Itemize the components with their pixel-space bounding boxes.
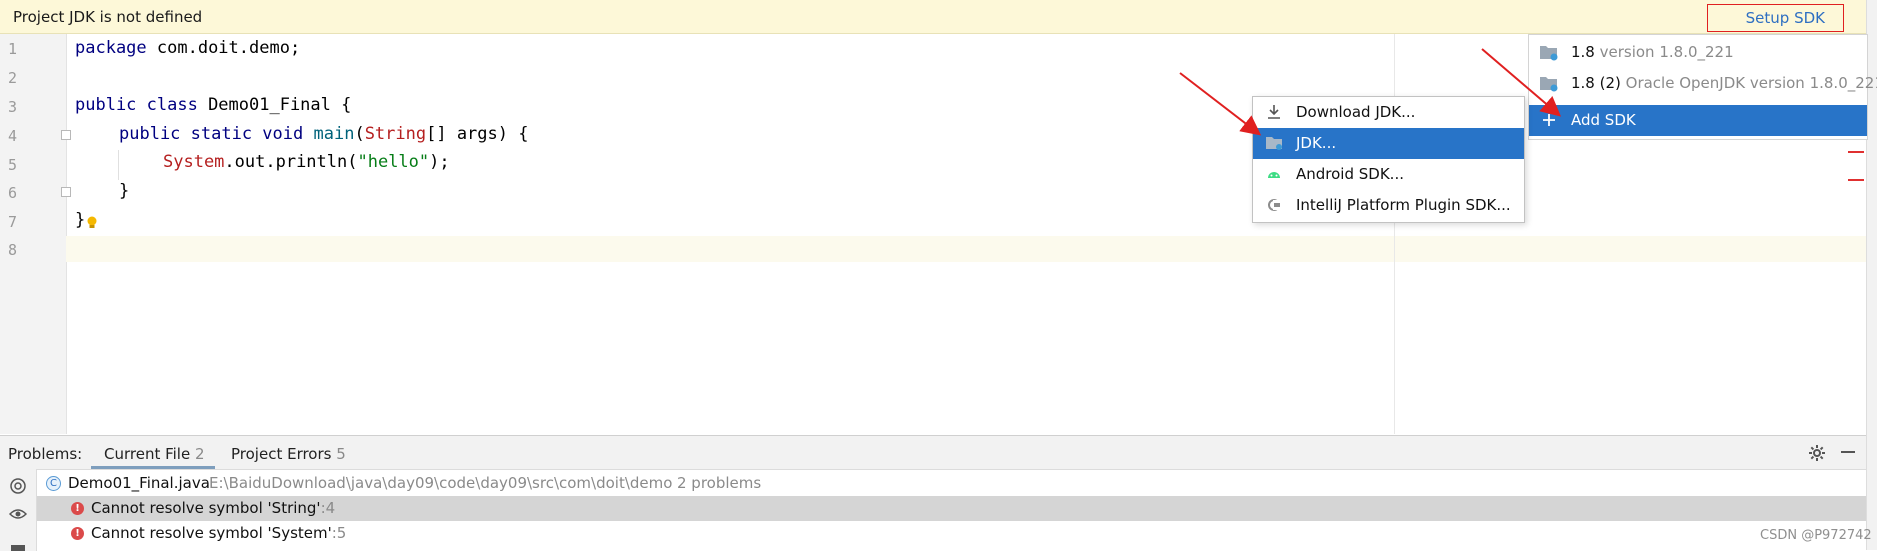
code-line-6[interactable]: } [119, 181, 129, 201]
sdk-item-1-8-2[interactable]: 1.8 (2) Oracle OpenJDK version 1.8.0_221 [1529, 68, 1877, 98]
plus-icon [1543, 114, 1555, 126]
code-text: Demo01_Final { [197, 95, 352, 115]
problems-header: Problems: Current File 2 Project Errors … [0, 436, 1866, 470]
code-text: ); [429, 152, 450, 172]
problem-file-path: E:\BaiduDownload\java\day09\code\day09\s… [209, 474, 673, 492]
sdk-name: 1.8 [1571, 43, 1595, 61]
sdk-version: version 1.8.0_221 [1594, 43, 1734, 61]
right-margin-guide [1394, 34, 1395, 434]
line-number: 6 [8, 184, 18, 202]
tab-current-file[interactable]: Current File 2 [104, 445, 205, 463]
indent-guide [118, 150, 119, 180]
line-number: 8 [8, 241, 18, 259]
filter-icon[interactable] [11, 545, 25, 551]
menu-item-intellij-plugin-sdk[interactable]: IntelliJ Platform Plugin SDK... [1253, 190, 1524, 221]
menu-item-download-jdk[interactable]: Download JDK... [1253, 97, 1524, 128]
eye-icon[interactable] [9, 505, 27, 523]
code-text: } [119, 181, 130, 201]
tab-project-errors[interactable]: Project Errors 5 [231, 445, 346, 463]
line-number: 1 [8, 40, 18, 58]
problem-row[interactable]: ! Cannot resolve symbol 'System':5 [37, 521, 1866, 546]
line-number: 3 [8, 98, 18, 116]
line-number: 7 [8, 213, 18, 231]
error-icon: ! [71, 502, 84, 515]
code-keyword: package [75, 38, 147, 58]
error-stripe-mark[interactable] [1848, 179, 1864, 181]
plugin-icon [1268, 199, 1280, 211]
sdk-name: 1.8 (2) [1571, 74, 1621, 92]
code-line-4[interactable]: public static void main(String[] args) { [119, 124, 528, 144]
setup-sdk-link[interactable]: Setup SDK [1707, 4, 1844, 32]
code-text: } [75, 210, 86, 230]
code-text: [] args) { [426, 124, 529, 144]
problem-file-row[interactable]: C Demo01_Final.java E:\BaiduDownload\jav… [37, 471, 1866, 496]
problem-message: Cannot resolve symbol 'System' [91, 524, 332, 542]
problem-line: :4 [320, 499, 336, 517]
jdk-folder-icon [1540, 46, 1558, 61]
java-class-icon: C [46, 476, 61, 491]
add-sdk-label: Add SDK [1571, 111, 1636, 129]
editor-gutter: 1 2 3 4 5 6 7 8 [0, 34, 67, 434]
sdk-version: Oracle OpenJDK version 1.8.0_221 [1620, 74, 1877, 92]
problems-panel: Problems: Current File 2 Project Errors … [0, 435, 1866, 551]
code-line-1[interactable]: package com.doit.demo; [75, 38, 300, 58]
download-icon [1268, 105, 1280, 119]
minimize-icon[interactable] [1841, 451, 1855, 453]
sdk-item-1-8[interactable]: 1.8 version 1.8.0_221 [1529, 37, 1867, 67]
code-unresolved-class: String [364, 124, 427, 144]
jdk-folder-icon [1540, 77, 1558, 92]
code-line-3[interactable]: public class Demo01_Final { [75, 95, 351, 115]
menu-item-android-sdk[interactable]: Android SDK... [1253, 159, 1524, 190]
android-icon [1268, 172, 1280, 178]
problem-line: :5 [331, 524, 347, 542]
code-string: "hello" [357, 152, 430, 172]
fold-toggle-icon[interactable] [61, 187, 71, 197]
code-text: .out.println( [224, 152, 358, 172]
notification-message: Project JDK is not defined [13, 8, 203, 26]
lightbulb-icon[interactable] [86, 216, 98, 230]
sdk-list-panel: 1.8 version 1.8.0_221 1.8 (2) Oracle Ope… [1528, 34, 1877, 140]
notification-bar: Project JDK is not defined Setup SDK [0, 0, 1877, 34]
gear-icon[interactable] [1808, 444, 1826, 462]
code-text: ( [354, 124, 365, 144]
problems-title: Problems: [8, 445, 83, 463]
watermark: CSDN @P972742 [1760, 528, 1872, 543]
problem-row[interactable]: ! Cannot resolve symbol 'String':4 [37, 496, 1866, 521]
code-line-5[interactable]: System.out.println("hello"); [163, 152, 450, 172]
autoscroll-icon[interactable] [9, 477, 27, 495]
line-number: 5 [8, 156, 18, 174]
code-text: com.doit.demo; [146, 38, 301, 58]
problem-file-name: Demo01_Final.java [68, 474, 210, 492]
line-number: 4 [8, 127, 18, 145]
error-stripe-mark[interactable] [1848, 151, 1864, 153]
problem-message: Cannot resolve symbol 'String' [91, 499, 321, 517]
fold-toggle-icon[interactable] [61, 130, 71, 140]
error-icon: ! [71, 527, 84, 540]
problems-side-toolbar [0, 469, 37, 551]
folder-icon [1266, 137, 1282, 150]
menu-item-jdk[interactable]: JDK... [1253, 128, 1524, 159]
line-number: 2 [8, 69, 18, 87]
active-tab-indicator [91, 466, 215, 469]
code-keyword: public class [75, 95, 198, 115]
code-method: main [313, 124, 355, 144]
problem-count: 2 problems [677, 474, 762, 492]
code-line-7[interactable]: } [75, 210, 85, 230]
annotation-arrow-jdk [1179, 72, 1262, 136]
add-sdk-button[interactable]: Add SDK [1529, 105, 1867, 136]
current-line-highlight [66, 236, 1866, 262]
code-unresolved-class: System [163, 152, 225, 172]
add-sdk-menu: Download JDK... JDK... Android SDK... In… [1252, 96, 1525, 223]
code-keyword: public static void [119, 124, 304, 144]
